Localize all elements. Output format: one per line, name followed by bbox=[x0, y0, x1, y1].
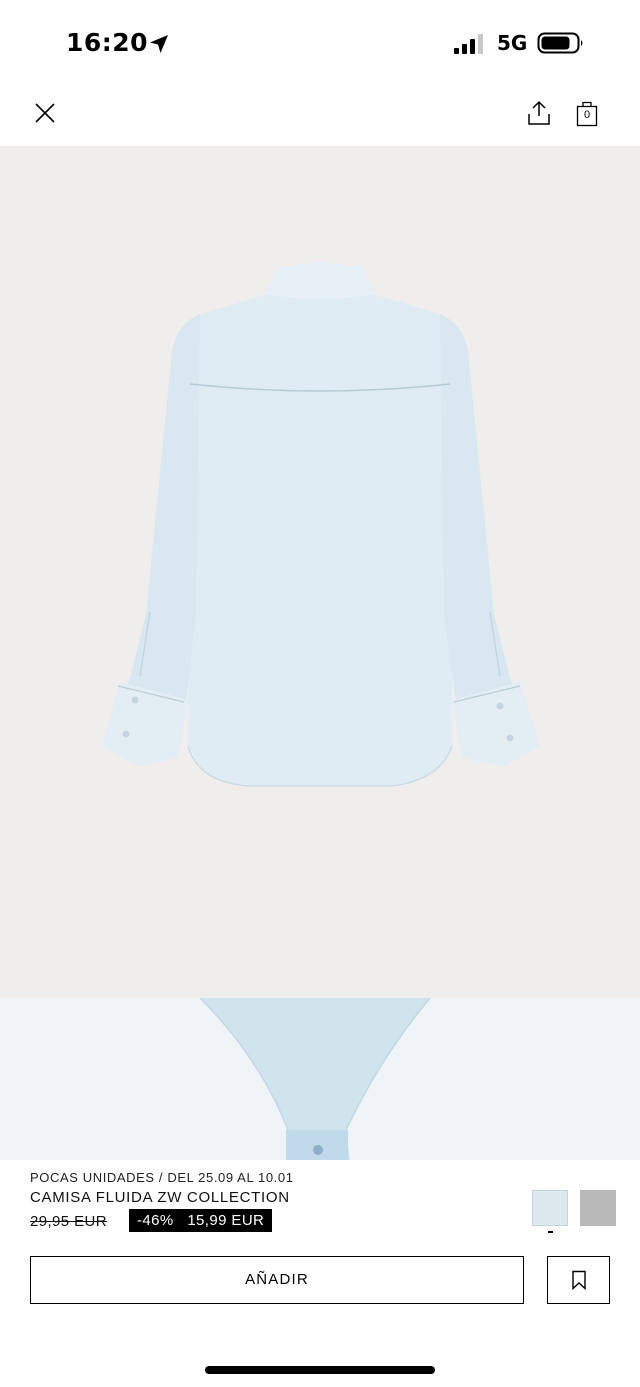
share-button[interactable] bbox=[524, 98, 554, 128]
top-nav: 0 bbox=[0, 90, 640, 146]
color-swatch-grey[interactable] bbox=[580, 1190, 616, 1226]
bag-count: 0 bbox=[583, 109, 591, 121]
original-price: 29,95 EUR bbox=[30, 1213, 107, 1230]
product-info: POCAS UNIDADES / DEL 25.09 AL 10.01 CAMI… bbox=[0, 1160, 640, 1387]
battery-icon bbox=[537, 32, 583, 54]
selected-swatch-indicator bbox=[548, 1231, 553, 1233]
home-indicator[interactable] bbox=[205, 1366, 435, 1374]
status-bar: 16:20 5G bbox=[0, 0, 640, 90]
close-icon bbox=[35, 103, 55, 123]
close-button[interactable] bbox=[30, 98, 60, 128]
location-arrow-icon bbox=[150, 35, 168, 53]
shirt-illustration bbox=[102, 263, 540, 787]
signal-icon bbox=[454, 34, 483, 54]
discount-price-tag: -46% 15,99 EUR bbox=[129, 1209, 273, 1232]
collar-detail-illustration bbox=[0, 998, 640, 1160]
share-icon bbox=[528, 100, 550, 125]
color-swatch-light-blue[interactable] bbox=[532, 1190, 568, 1226]
bookmark-button[interactable] bbox=[547, 1256, 610, 1304]
availability-text: POCAS UNIDADES / DEL 25.09 AL 10.01 bbox=[30, 1170, 294, 1185]
network-type: 5G bbox=[497, 31, 528, 55]
status-time: 16:20 bbox=[66, 28, 149, 57]
bookmark-icon bbox=[572, 1270, 586, 1290]
product-detail-image[interactable] bbox=[0, 998, 640, 1160]
add-to-bag-button[interactable]: AÑADIR bbox=[30, 1256, 524, 1304]
product-image[interactable] bbox=[0, 146, 640, 998]
bag-button[interactable]: 0 bbox=[573, 98, 601, 128]
product-name: CAMISA FLUIDA ZW COLLECTION bbox=[30, 1189, 290, 1206]
